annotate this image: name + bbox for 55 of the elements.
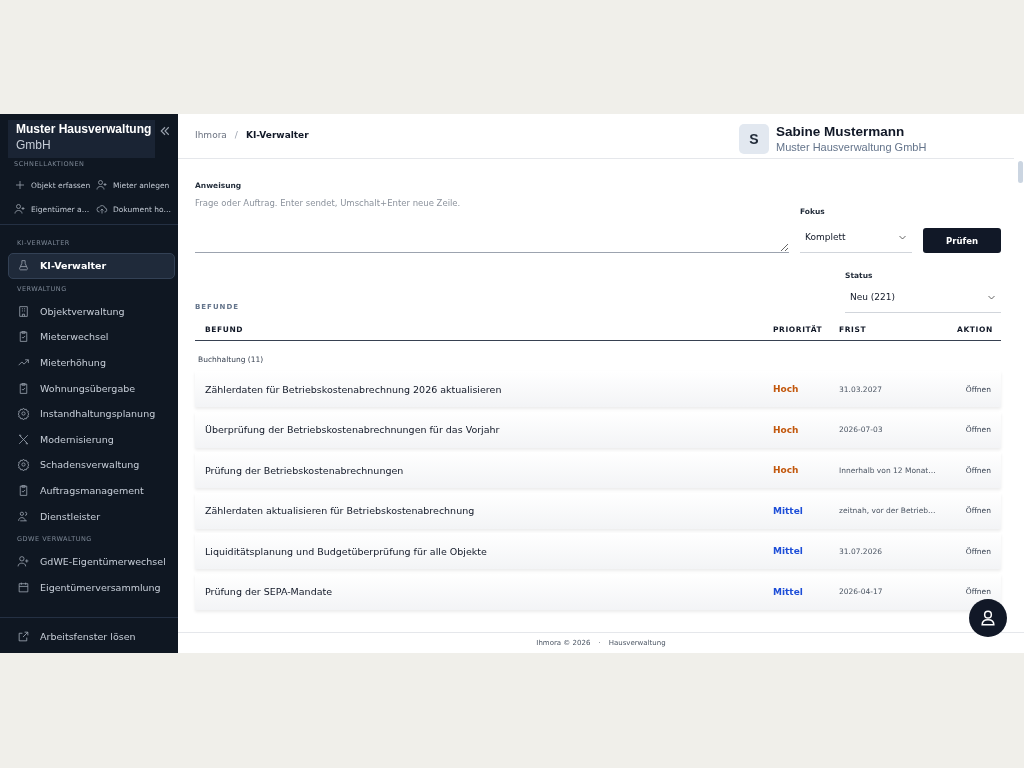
- user-plus-icon: [17, 555, 30, 569]
- flask-icon: [17, 259, 30, 273]
- plus-icon: [14, 179, 26, 191]
- breadcrumb-link[interactable]: Ihmora: [195, 130, 227, 140]
- calendar-icon: [17, 580, 30, 594]
- profile-button[interactable]: [969, 599, 1007, 637]
- nav-item[interactable]: Schadensverwaltung: [8, 452, 175, 478]
- people-icon: [17, 509, 30, 523]
- nav-item[interactable]: Auftragsmanagement: [8, 477, 175, 504]
- finding-title: Liquiditätsplanung und Budgetüberprüfung für alle Objekte: [205, 545, 488, 557]
- finding-title: Überprüfung der Betriebskostenabrechnungen für das Vorjahr: [205, 424, 501, 436]
- clipboard-icon: [17, 381, 30, 395]
- priority-label: Hoch: [773, 384, 800, 394]
- user-plus-icon: [14, 203, 26, 215]
- collapse-icon[interactable]: [159, 125, 171, 137]
- submit-button[interactable]: Prüfen: [923, 228, 1001, 253]
- user-company: Muster Hausverwaltung GmbH: [776, 141, 927, 153]
- nav-item[interactable]: Mieterwechsel: [8, 324, 175, 350]
- finding-title: Prüfung der Betriebskostenabrechnungen: [205, 464, 405, 476]
- priority-label: Mittel: [773, 505, 804, 516]
- nav-item[interactable]: Instandhaltungsplanung: [8, 400, 175, 427]
- organization-name: Muster Hausverwaltung: [16, 122, 152, 137]
- priority-label: Hoch: [773, 465, 800, 476]
- clipboard-icon: [17, 330, 30, 344]
- breadcrumb-current: KI-Verwalter: [245, 130, 309, 140]
- finding-title: Zählerdaten für Betriebskostenabrechnung 2026 aktualisieren: [205, 383, 503, 395]
- user-name: Sabine Mustermann: [776, 124, 906, 139]
- nav-item[interactable]: Mieterhöhung: [8, 349, 175, 376]
- nav-item[interactable]: KI-Verwalter: [8, 253, 175, 279]
- gear-icon: [17, 407, 30, 421]
- avatar: S: [739, 124, 769, 154]
- detach-window-link[interactable]: Arbeitsfenster lösen: [0, 617, 178, 653]
- upload-icon: [96, 203, 108, 215]
- gear-icon: [17, 458, 30, 472]
- priority-label: Mittel: [773, 586, 804, 597]
- building-icon: [17, 304, 30, 318]
- focus-dropdown[interactable]: Komplett: [800, 228, 912, 253]
- breadcrumb-separator: /: [234, 130, 238, 140]
- nav-item[interactable]: Eigentümerversammlung: [8, 574, 175, 601]
- finding-title: Zählerdaten aktualisieren für Betriebskostenabrechnung: [205, 505, 476, 517]
- priority-label: Mittel: [773, 546, 804, 557]
- finding-title: Prüfung der SEPA-Mandate: [205, 586, 334, 598]
- nav-item[interactable]: GdWE-Eigentümerwechsel: [8, 548, 175, 575]
- status-dropdown[interactable]: Neu (221): [845, 288, 1001, 313]
- nav-item[interactable]: Dienstleister: [8, 503, 175, 529]
- user-plus-icon: [96, 179, 108, 191]
- nav-item[interactable]: Objektverwaltung: [8, 298, 175, 325]
- scrollbar[interactable]: [1018, 161, 1023, 183]
- clipboard-icon: [17, 484, 30, 498]
- person-icon: [978, 608, 998, 628]
- priority-label: Hoch: [773, 424, 800, 435]
- organization-suffix: GmbH: [16, 138, 52, 152]
- nav-item[interactable]: Modernisierung: [8, 426, 175, 453]
- nav-item[interactable]: Wohnungsübergabe: [8, 375, 175, 401]
- external-link-icon: [17, 630, 30, 643]
